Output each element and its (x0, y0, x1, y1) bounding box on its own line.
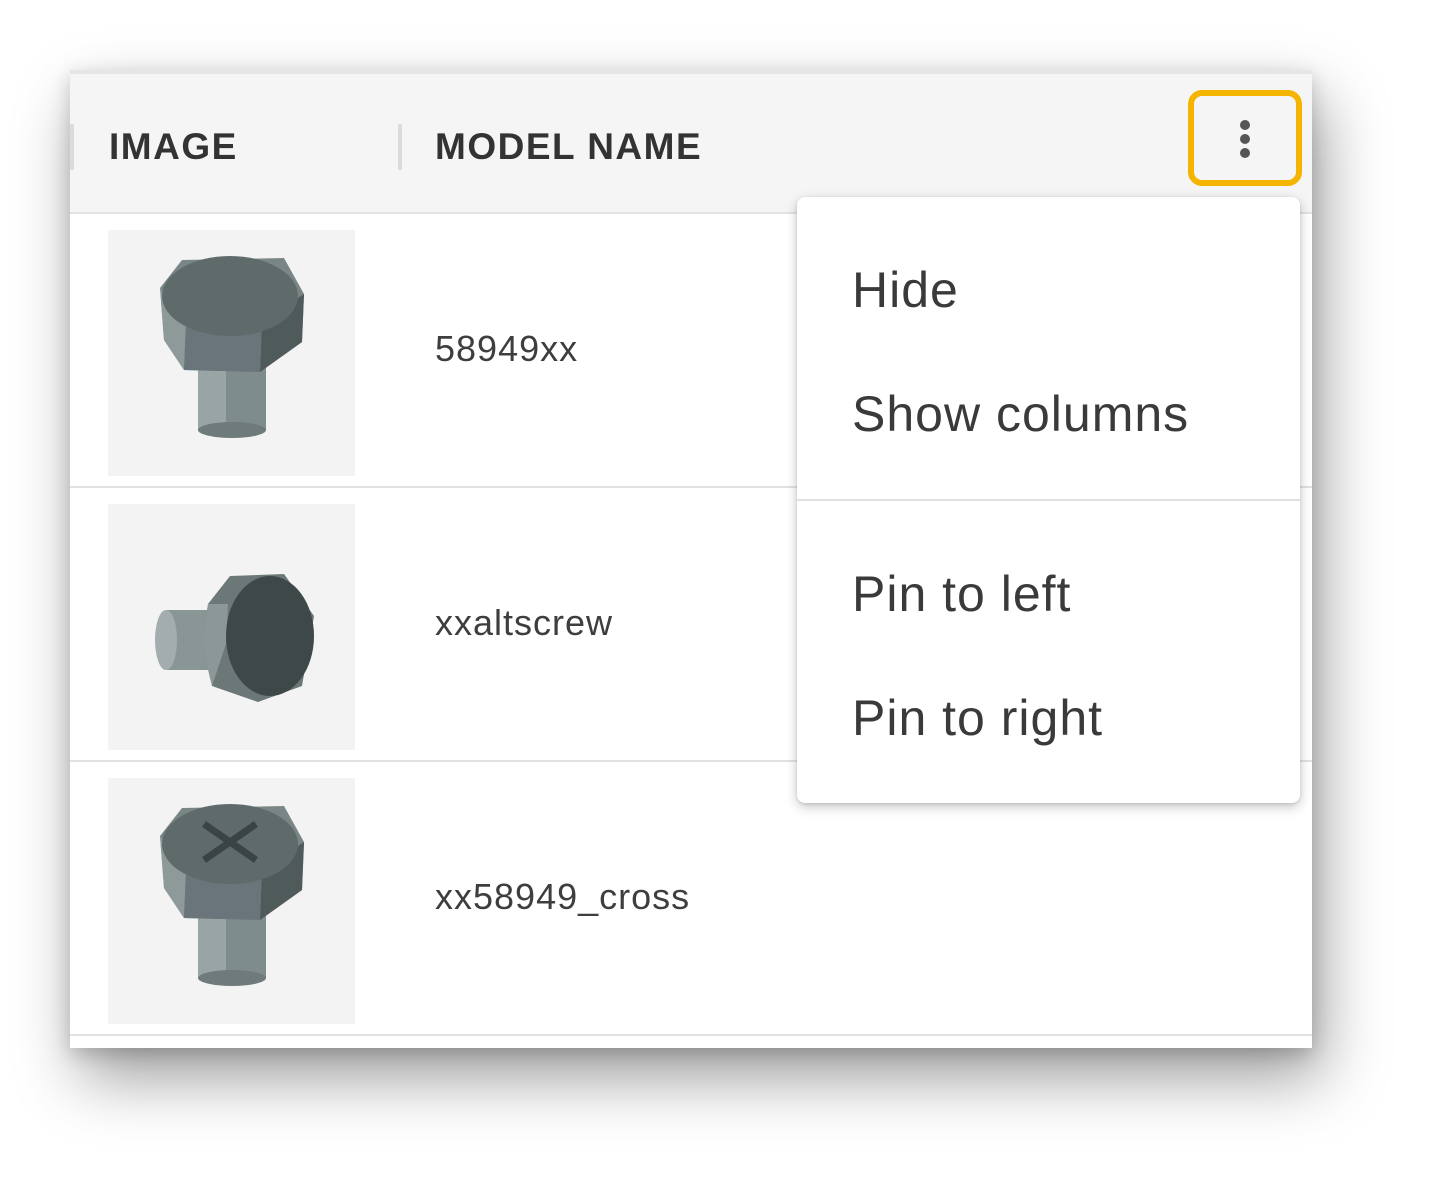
model-thumbnail (108, 230, 355, 476)
column-header-image[interactable]: IMAGE (109, 125, 238, 169)
data-table-panel: IMAGE MODEL NAME 58949xx xxaltscrew xx58… (70, 70, 1312, 1048)
menu-item-label: Pin to left (852, 566, 1072, 622)
column-resize-handle[interactable] (398, 124, 402, 170)
hex-bolt-icon (155, 574, 314, 702)
model-thumbnail (108, 504, 355, 750)
menu-item-show-columns[interactable]: Show columns (797, 355, 1300, 465)
model-thumbnail (108, 778, 355, 1024)
menu-item-pin-right[interactable]: Pin to right (797, 659, 1300, 769)
column-resize-handle[interactable] (70, 124, 74, 170)
column-menu-button[interactable] (1188, 90, 1302, 186)
hex-bolt-cross-icon (160, 804, 304, 986)
menu-item-pin-left[interactable]: Pin to left (797, 535, 1300, 645)
column-menu: Hide Show columns Pin to left Pin to rig… (797, 197, 1300, 803)
menu-divider (797, 499, 1300, 501)
menu-item-label: Hide (852, 262, 959, 318)
menu-item-label: Pin to right (852, 690, 1104, 746)
menu-item-label: Show columns (852, 386, 1190, 442)
table-header: IMAGE MODEL NAME (70, 74, 1312, 214)
table-row[interactable]: xx58949_cross (70, 762, 1312, 1036)
model-name-cell: xx58949_cross (435, 876, 691, 917)
menu-item-hide[interactable]: Hide (797, 231, 1300, 341)
hex-bolt-icon (160, 256, 304, 438)
model-name-cell: xxaltscrew (435, 602, 614, 643)
model-name-cell: 58949xx (435, 328, 579, 369)
column-header-model-name[interactable]: MODEL NAME (435, 125, 702, 169)
